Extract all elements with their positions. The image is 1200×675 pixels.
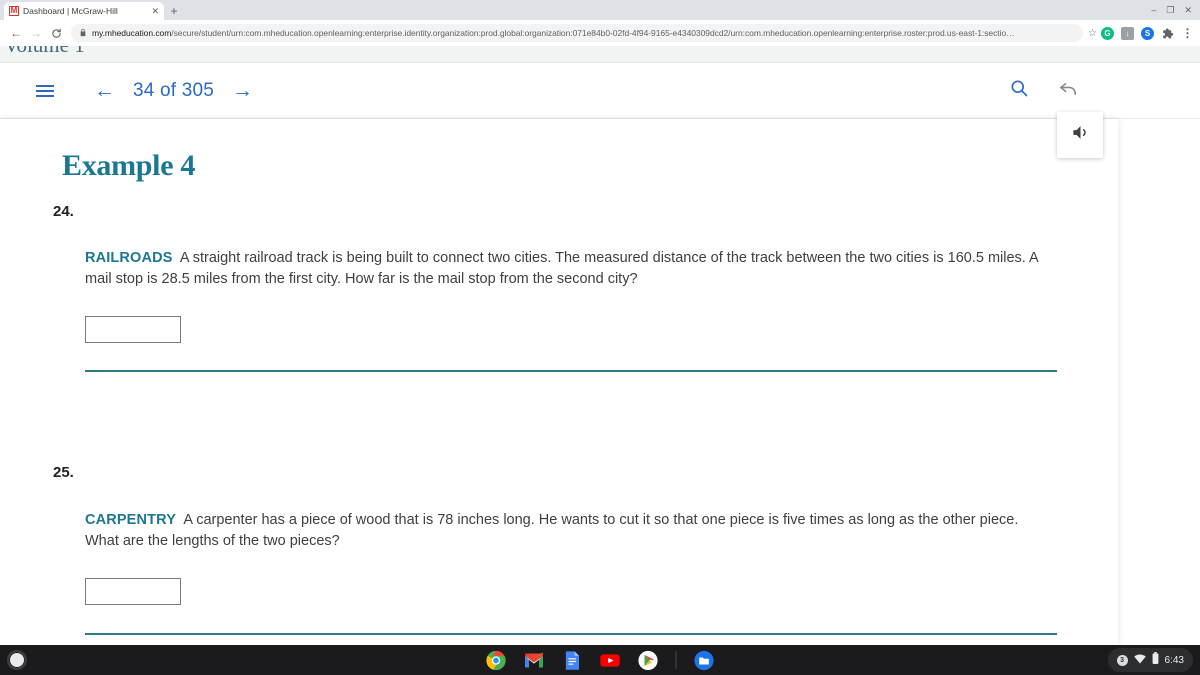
- forward-icon: →: [30, 26, 42, 40]
- lock-icon: [79, 28, 87, 39]
- read-aloud-button[interactable]: [1057, 112, 1103, 158]
- scrolled-heading-strip: Volume 1: [0, 46, 1200, 63]
- close-window-icon[interactable]: ✕: [1184, 5, 1192, 15]
- question-number: 24.: [53, 203, 74, 220]
- launcher-button[interactable]: [7, 650, 27, 670]
- window-controls: – ❐ ✕: [1151, 0, 1198, 20]
- shelf-app-list: [486, 650, 715, 675]
- question-prompt: A straight railroad track is being built…: [85, 250, 1038, 287]
- gmail-app-icon[interactable]: [524, 650, 545, 675]
- url-path: /secure/student/urn:com.mheducation.open…: [171, 28, 1015, 38]
- docs-app-icon[interactable]: [562, 650, 583, 675]
- pocket-extension-icon[interactable]: ↓: [1121, 26, 1134, 40]
- youtube-app-icon[interactable]: [600, 650, 621, 675]
- notification-badge: 3: [1116, 654, 1128, 666]
- skype-extension-icon[interactable]: S: [1141, 26, 1154, 40]
- shelf-separator: [675, 651, 677, 669]
- address-bar[interactable]: my.mheducation.com/secure/student/urn:co…: [71, 24, 1084, 42]
- answer-input[interactable]: [85, 578, 181, 606]
- grammarly-extension-icon[interactable]: G: [1101, 26, 1114, 40]
- maximize-icon[interactable]: ❐: [1166, 5, 1174, 15]
- content-sheet-wrapper: Example 4 24. RAILROADS A straight railr…: [0, 119, 1200, 645]
- question-number: 25.: [53, 464, 74, 482]
- search-icon[interactable]: [1009, 78, 1029, 103]
- toolbar-actions: [1009, 77, 1176, 105]
- tab-strip: M Dashboard | McGraw-Hill ✕ + – ❐ ✕: [0, 0, 1200, 20]
- extension-icons: G ↓ S ⋮: [1097, 26, 1194, 40]
- minimize-icon[interactable]: –: [1151, 5, 1156, 15]
- undo-icon[interactable]: [1057, 77, 1080, 105]
- status-tray[interactable]: 3 6:43: [1107, 648, 1193, 672]
- table-of-contents-icon[interactable]: [36, 84, 58, 97]
- wifi-icon: [1133, 651, 1146, 669]
- content-sheet: Example 4 24. RAILROADS A straight railr…: [0, 119, 1118, 645]
- question-subject-label: RAILROADS: [85, 250, 173, 266]
- question-divider: [85, 370, 1057, 373]
- page-indicator: 34 of 305: [133, 79, 215, 101]
- page-viewport: Volume 1 ← 34 of 305 →: [0, 46, 1200, 645]
- chrome-app-icon[interactable]: [486, 650, 507, 675]
- next-page-icon[interactable]: →: [232, 80, 253, 101]
- tab-title: Dashboard | McGraw-Hill: [23, 6, 118, 16]
- url-text: my.mheducation.com/secure/student/urn:co…: [92, 28, 1075, 38]
- mcgraw-hill-favicon: M: [9, 6, 19, 16]
- question-text: RAILROADS A straight railroad track is b…: [85, 248, 1055, 289]
- reload-icon[interactable]: [46, 23, 66, 43]
- previous-page-icon[interactable]: ←: [94, 80, 115, 101]
- answer-input[interactable]: [85, 316, 181, 344]
- volume-heading: Volume 1: [4, 46, 85, 58]
- browser-tab[interactable]: M Dashboard | McGraw-Hill ✕: [4, 2, 164, 20]
- bookmark-star-icon[interactable]: ☆: [1088, 28, 1097, 39]
- files-app-icon[interactable]: [694, 650, 715, 671]
- speaker-icon: [1071, 123, 1090, 147]
- question-divider: [85, 633, 1057, 636]
- browser-window: M Dashboard | McGraw-Hill ✕ + – ❐ ✕ ← → …: [0, 0, 1200, 645]
- question-subject-label: CARPENTRY: [85, 512, 177, 529]
- clock: 6:43: [1164, 654, 1184, 666]
- example-heading: Example 4: [62, 149, 196, 182]
- extensions-puzzle-icon[interactable]: [1161, 27, 1174, 40]
- back-icon[interactable]: ←: [6, 23, 26, 43]
- chromeos-shelf: 3 6:43: [0, 645, 1200, 675]
- url-host: my.mheducation.com: [92, 28, 172, 38]
- question-text: CARPENTRY A carpenter has a piece of woo…: [85, 510, 1055, 551]
- close-tab-icon[interactable]: ✕: [151, 6, 159, 16]
- browser-toolbar: ← → my.mheducation.com/secure/student/ur…: [0, 20, 1200, 46]
- new-tab-button[interactable]: +: [164, 2, 184, 20]
- play-store-app-icon[interactable]: [638, 650, 659, 671]
- page-pager: ← 34 of 305 →: [94, 80, 253, 102]
- book-navigation-toolbar: ← 34 of 305 →: [0, 63, 1200, 119]
- battery-icon: [1152, 651, 1159, 669]
- question-prompt: A carpenter has a piece of wood that is …: [85, 512, 1019, 549]
- sheet-outer-background: [1118, 119, 1200, 645]
- chrome-menu-icon[interactable]: ⋮: [1181, 26, 1194, 40]
